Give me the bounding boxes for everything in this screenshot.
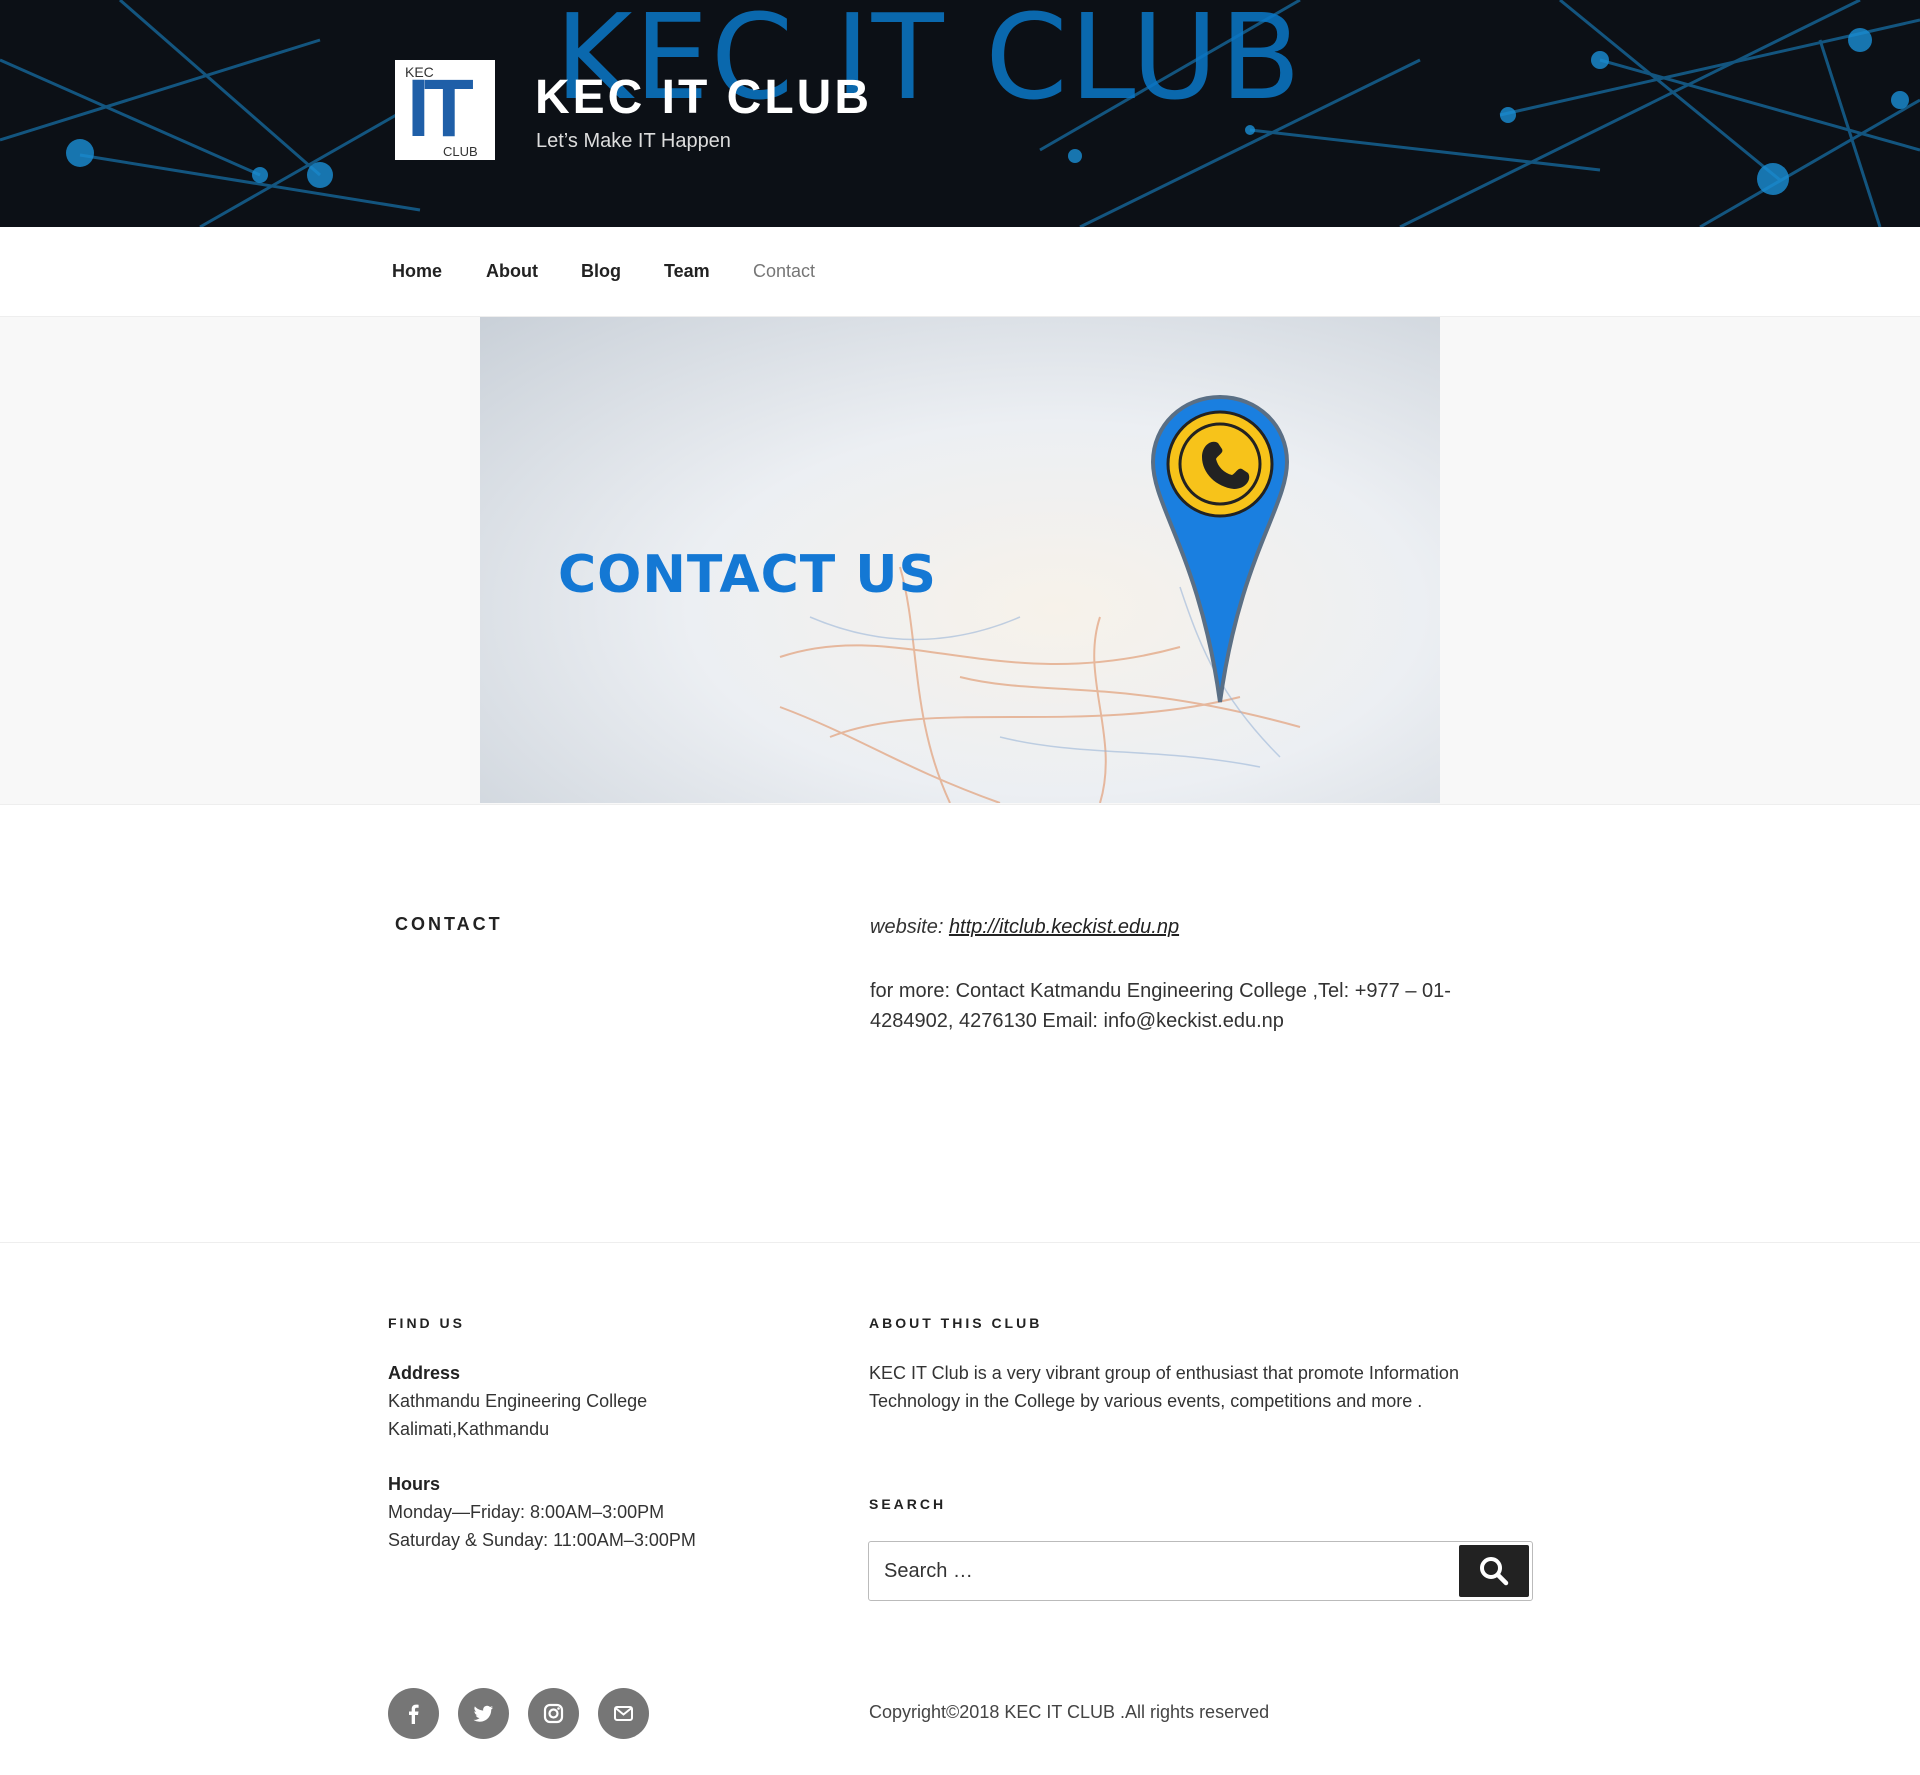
logo-top-text: KEC	[405, 64, 434, 80]
site-header: KEC IT CLUB IT KEC CLUB KEC IT CLUB Let’…	[0, 0, 1920, 227]
search-input[interactable]	[869, 1542, 1459, 1600]
site-tagline: Let’s Make IT Happen	[536, 130, 731, 152]
nav-item-contact[interactable]: Contact	[753, 261, 815, 282]
website-label: website:	[870, 916, 944, 938]
page-title: CONTACT	[395, 914, 503, 934]
address-line-2: Kalimati,Kathmandu	[388, 1419, 550, 1439]
twitter-icon	[473, 1705, 493, 1722]
site-title[interactable]: KEC IT CLUB	[535, 70, 872, 125]
phone-pin-icon	[1150, 394, 1290, 703]
search-button[interactable]	[1459, 1545, 1529, 1597]
address-label: Address	[388, 1363, 461, 1383]
about-club-text: KEC IT Club is a very vibrant group of e…	[869, 1363, 1459, 1411]
hero-heading-text: CONTACT US	[558, 545, 937, 605]
address-block: Address Kathmandu Engineering College Ka…	[388, 1359, 647, 1443]
facebook-icon	[409, 1704, 419, 1724]
nav-item-home[interactable]: Home	[392, 261, 442, 282]
search-heading: SEARCH	[869, 1496, 947, 1512]
twitter-link[interactable]	[458, 1688, 509, 1739]
find-us-heading: FIND US	[388, 1315, 465, 1331]
nav-item-blog[interactable]: Blog	[581, 261, 621, 282]
hours-line-1: Monday—Friday: 8:00AM–3:00PM	[388, 1502, 665, 1522]
about-club-heading: ABOUT THIS CLUB	[869, 1315, 1043, 1331]
nav-item-about[interactable]: About	[486, 261, 538, 282]
nav-item-team[interactable]: Team	[664, 261, 710, 282]
site-logo[interactable]: IT KEC CLUB	[395, 60, 495, 160]
email-icon	[614, 1706, 633, 1721]
contact-website: website: http://itclub.keckist.edu.np	[870, 916, 1179, 939]
search-form	[868, 1541, 1533, 1601]
contact-us-banner-image: CONTACT US	[480, 317, 1440, 803]
hero-section: CONTACT US	[0, 317, 1920, 805]
hours-line-2: Saturday & Sunday: 11:00AM–3:00PM	[388, 1530, 696, 1550]
instagram-icon	[543, 1703, 564, 1724]
facebook-link[interactable]	[388, 1688, 439, 1739]
footer-divider	[0, 1242, 1920, 1243]
search-icon	[1480, 1557, 1509, 1586]
logo-bottom-text: CLUB	[443, 144, 478, 159]
hours-block: Hours Monday—Friday: 8:00AM–3:00PM Satur…	[388, 1470, 696, 1554]
hours-label: Hours	[388, 1474, 441, 1494]
copyright-text: Copyright©2018 KEC IT CLUB .All rights r…	[869, 1702, 1270, 1722]
main-navigation: Home About Blog Team Contact	[0, 227, 1920, 317]
instagram-link[interactable]	[528, 1688, 579, 1739]
email-link[interactable]	[598, 1688, 649, 1739]
address-line-1: Kathmandu Engineering College	[388, 1391, 648, 1411]
website-link[interactable]: http://itclub.keckist.edu.np	[949, 916, 1179, 938]
contact-details: for more: Contact Katmandu Engineering C…	[870, 980, 1451, 1032]
logo-main-text: IT	[407, 63, 474, 154]
